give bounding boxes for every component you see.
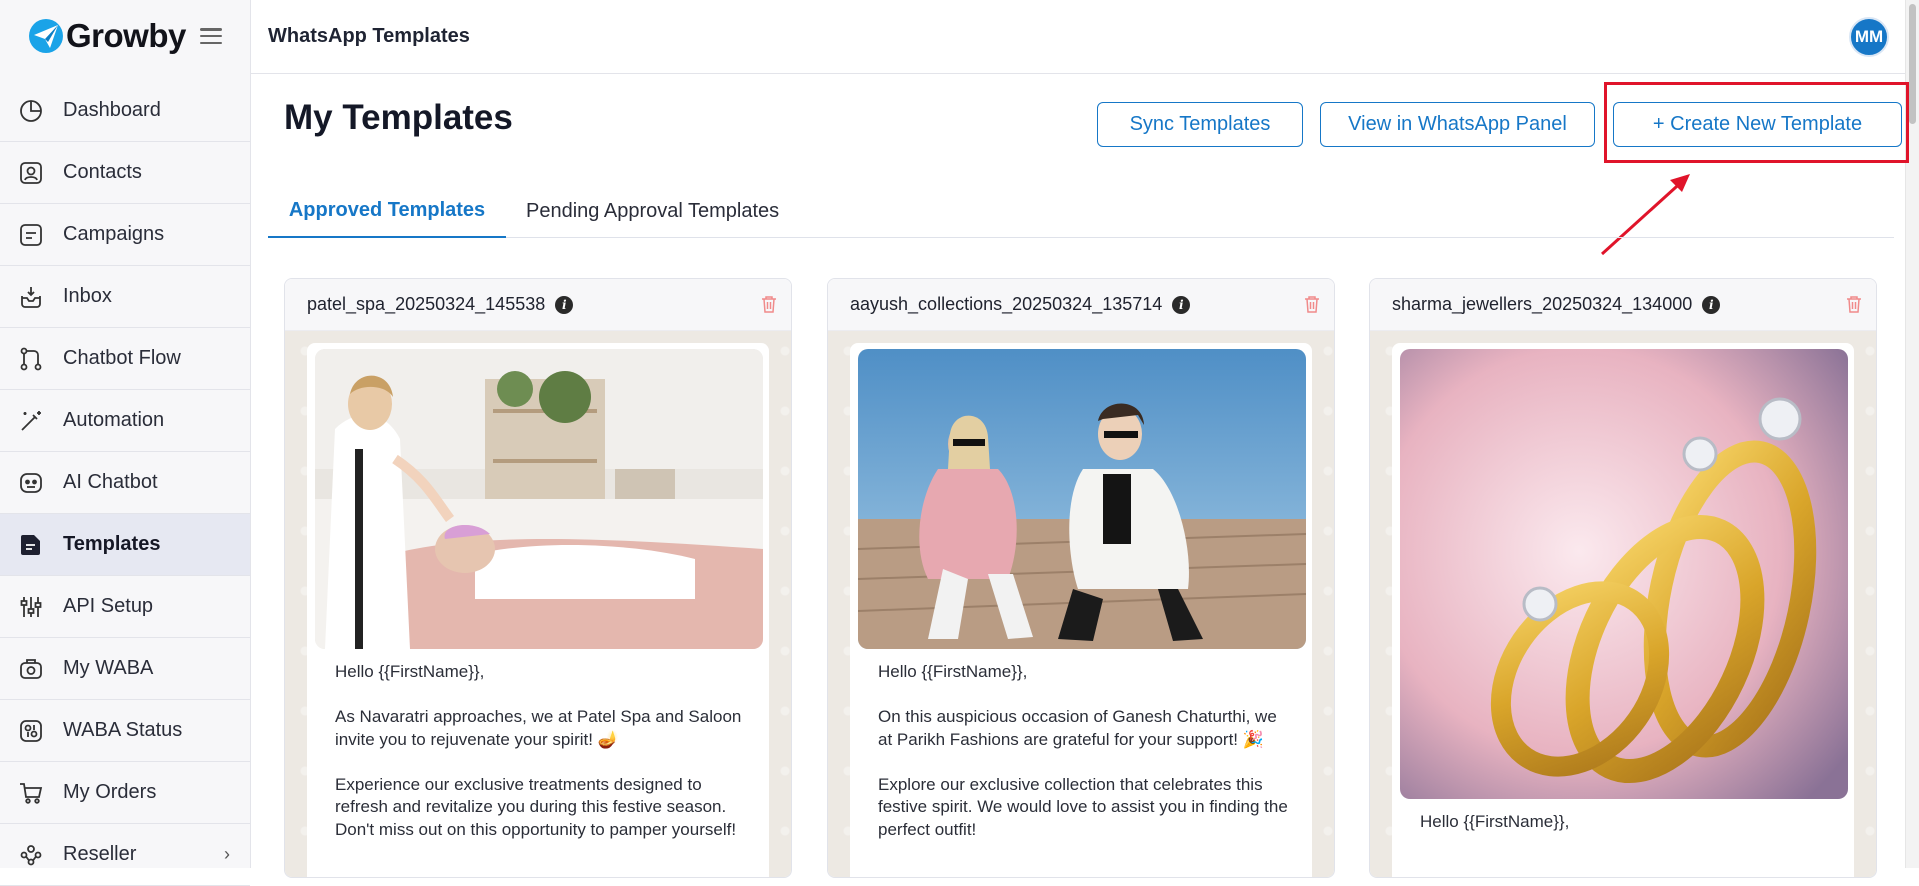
message-bubble: Hello {{FirstName}}, As Navaratri approa… bbox=[307, 343, 769, 877]
sidebar-item-label: My Orders bbox=[63, 781, 157, 803]
sidebar-item-label: Contacts bbox=[63, 161, 142, 183]
sidebar-item-contacts[interactable]: Contacts bbox=[0, 142, 250, 204]
template-tabs: Approved Templates Pending Approval Temp… bbox=[268, 184, 1894, 238]
template-message: Hello {{FirstName}}, As Navaratri approa… bbox=[335, 662, 742, 839]
sidebar-item-my-orders[interactable]: My Orders bbox=[0, 762, 250, 824]
sidebar-item-label: My WABA bbox=[63, 657, 154, 679]
cart-icon bbox=[20, 782, 43, 804]
sidebar-item-inbox[interactable]: Inbox bbox=[0, 266, 250, 328]
sidebar-item-campaigns[interactable]: Campaigns bbox=[0, 204, 250, 266]
template-card-header: aayush_collections_20250324_135714 i bbox=[828, 279, 1334, 331]
delete-icon[interactable] bbox=[1304, 295, 1320, 313]
top-header: WhatsApp Templates MM bbox=[251, 0, 1919, 74]
info-icon[interactable]: i bbox=[555, 295, 574, 314]
reseller-icon bbox=[20, 844, 42, 865]
fashion-models-image bbox=[858, 349, 1306, 649]
tab-pending-approval-templates[interactable]: Pending Approval Templates bbox=[526, 184, 779, 238]
sidebar-item-label: Inbox bbox=[63, 285, 112, 307]
sidebar-item-automation[interactable]: Automation bbox=[0, 390, 250, 452]
scrollbar-thumb[interactable] bbox=[1909, 4, 1916, 124]
whatsapp-preview: Hello {{FirstName}}, On this auspicious … bbox=[828, 331, 1334, 877]
info-icon[interactable]: i bbox=[1172, 295, 1191, 314]
magic-wand-icon bbox=[21, 410, 41, 431]
sidebar: Growby Dashboard Contacts Campaigns Inbo… bbox=[0, 0, 251, 886]
sidebar-item-label: WABA Status bbox=[63, 719, 183, 741]
sliders-icon bbox=[20, 596, 42, 617]
sync-templates-button[interactable]: Sync Templates bbox=[1097, 102, 1303, 147]
dashboard-icon bbox=[20, 99, 42, 122]
sidebar-item-api-setup[interactable]: API Setup bbox=[0, 576, 250, 638]
page-title: My Templates bbox=[284, 98, 513, 137]
contacts-icon bbox=[20, 161, 42, 184]
sidebar-item-waba-status[interactable]: WABA Status bbox=[0, 700, 250, 762]
spa-treatment-image bbox=[315, 349, 763, 649]
whatsapp-preview: Hello {{FirstName}}, bbox=[1370, 331, 1876, 877]
sidebar-item-templates[interactable]: Templates bbox=[0, 514, 250, 576]
sidebar-nav: Dashboard Contacts Campaigns Inbox Chatb… bbox=[0, 80, 250, 886]
message-bubble: Hello {{FirstName}}, On this auspicious … bbox=[850, 343, 1312, 877]
tab-approved-templates[interactable]: Approved Templates bbox=[268, 184, 506, 238]
info-icon[interactable]: i bbox=[1702, 295, 1721, 314]
delete-icon[interactable] bbox=[761, 295, 777, 313]
avatar[interactable]: MM bbox=[1849, 17, 1889, 57]
sidebar-item-my-waba[interactable]: My WABA bbox=[0, 638, 250, 700]
template-card-header: patel_spa_20250324_145538 i bbox=[285, 279, 791, 331]
sidebar-item-chatbot-flow[interactable]: Chatbot Flow bbox=[0, 328, 250, 390]
template-card: patel_spa_20250324_145538 i Hello {{Firs… bbox=[284, 278, 792, 878]
gold-rings-image bbox=[1400, 349, 1848, 799]
status-icon bbox=[20, 719, 42, 742]
hamburger-menu-icon[interactable] bbox=[200, 28, 222, 44]
sidebar-item-reseller[interactable]: Reseller › bbox=[0, 824, 250, 886]
sidebar-item-label: AI Chatbot bbox=[63, 471, 158, 493]
sidebar-item-ai-chatbot[interactable]: AI Chatbot bbox=[0, 452, 250, 514]
whatsapp-preview: Hello {{FirstName}}, As Navaratri approa… bbox=[285, 331, 791, 877]
sidebar-item-label: Templates bbox=[63, 533, 161, 555]
template-icon bbox=[21, 534, 40, 555]
sidebar-item-label: Chatbot Flow bbox=[63, 347, 181, 369]
template-name: aayush_collections_20250324_135714 bbox=[850, 294, 1163, 314]
robot-icon bbox=[20, 472, 42, 493]
header-title: WhatsApp Templates bbox=[268, 25, 470, 47]
waba-icon bbox=[20, 658, 42, 679]
template-card-header: sharma_jewellers_20250324_134000 i bbox=[1370, 279, 1876, 331]
sidebar-item-label: Reseller bbox=[63, 843, 137, 865]
template-card: aayush_collections_20250324_135714 i Hel… bbox=[827, 278, 1335, 878]
sidebar-item-dashboard[interactable]: Dashboard bbox=[0, 80, 250, 142]
sidebar-item-label: Campaigns bbox=[63, 223, 165, 245]
sidebar-item-label: API Setup bbox=[63, 595, 154, 617]
sidebar-item-label: Automation bbox=[63, 409, 165, 431]
template-message: Hello {{FirstName}}, On this auspicious … bbox=[878, 662, 1288, 839]
chevron-right-icon: › bbox=[224, 844, 230, 864]
annotation-highlight-box bbox=[1604, 82, 1909, 163]
flow-icon bbox=[20, 347, 42, 370]
template-name: sharma_jewellers_20250324_134000 bbox=[1392, 294, 1693, 314]
template-name: patel_spa_20250324_145538 bbox=[307, 294, 546, 314]
brand-name: Growby bbox=[66, 17, 186, 54]
sidebar-item-label: Dashboard bbox=[63, 99, 161, 121]
message-bubble: Hello {{FirstName}}, bbox=[1392, 343, 1854, 877]
delete-icon[interactable] bbox=[1846, 295, 1862, 313]
growby-logo-icon bbox=[29, 19, 63, 53]
template-card: sharma_jewellers_20250324_134000 i Hello… bbox=[1369, 278, 1877, 878]
inbox-icon bbox=[21, 286, 41, 308]
campaigns-icon bbox=[20, 223, 42, 246]
brand: Growby bbox=[0, 0, 250, 72]
view-in-whatsapp-panel-button[interactable]: View in WhatsApp Panel bbox=[1320, 102, 1595, 147]
template-message: Hello {{FirstName}}, bbox=[1420, 812, 1570, 831]
